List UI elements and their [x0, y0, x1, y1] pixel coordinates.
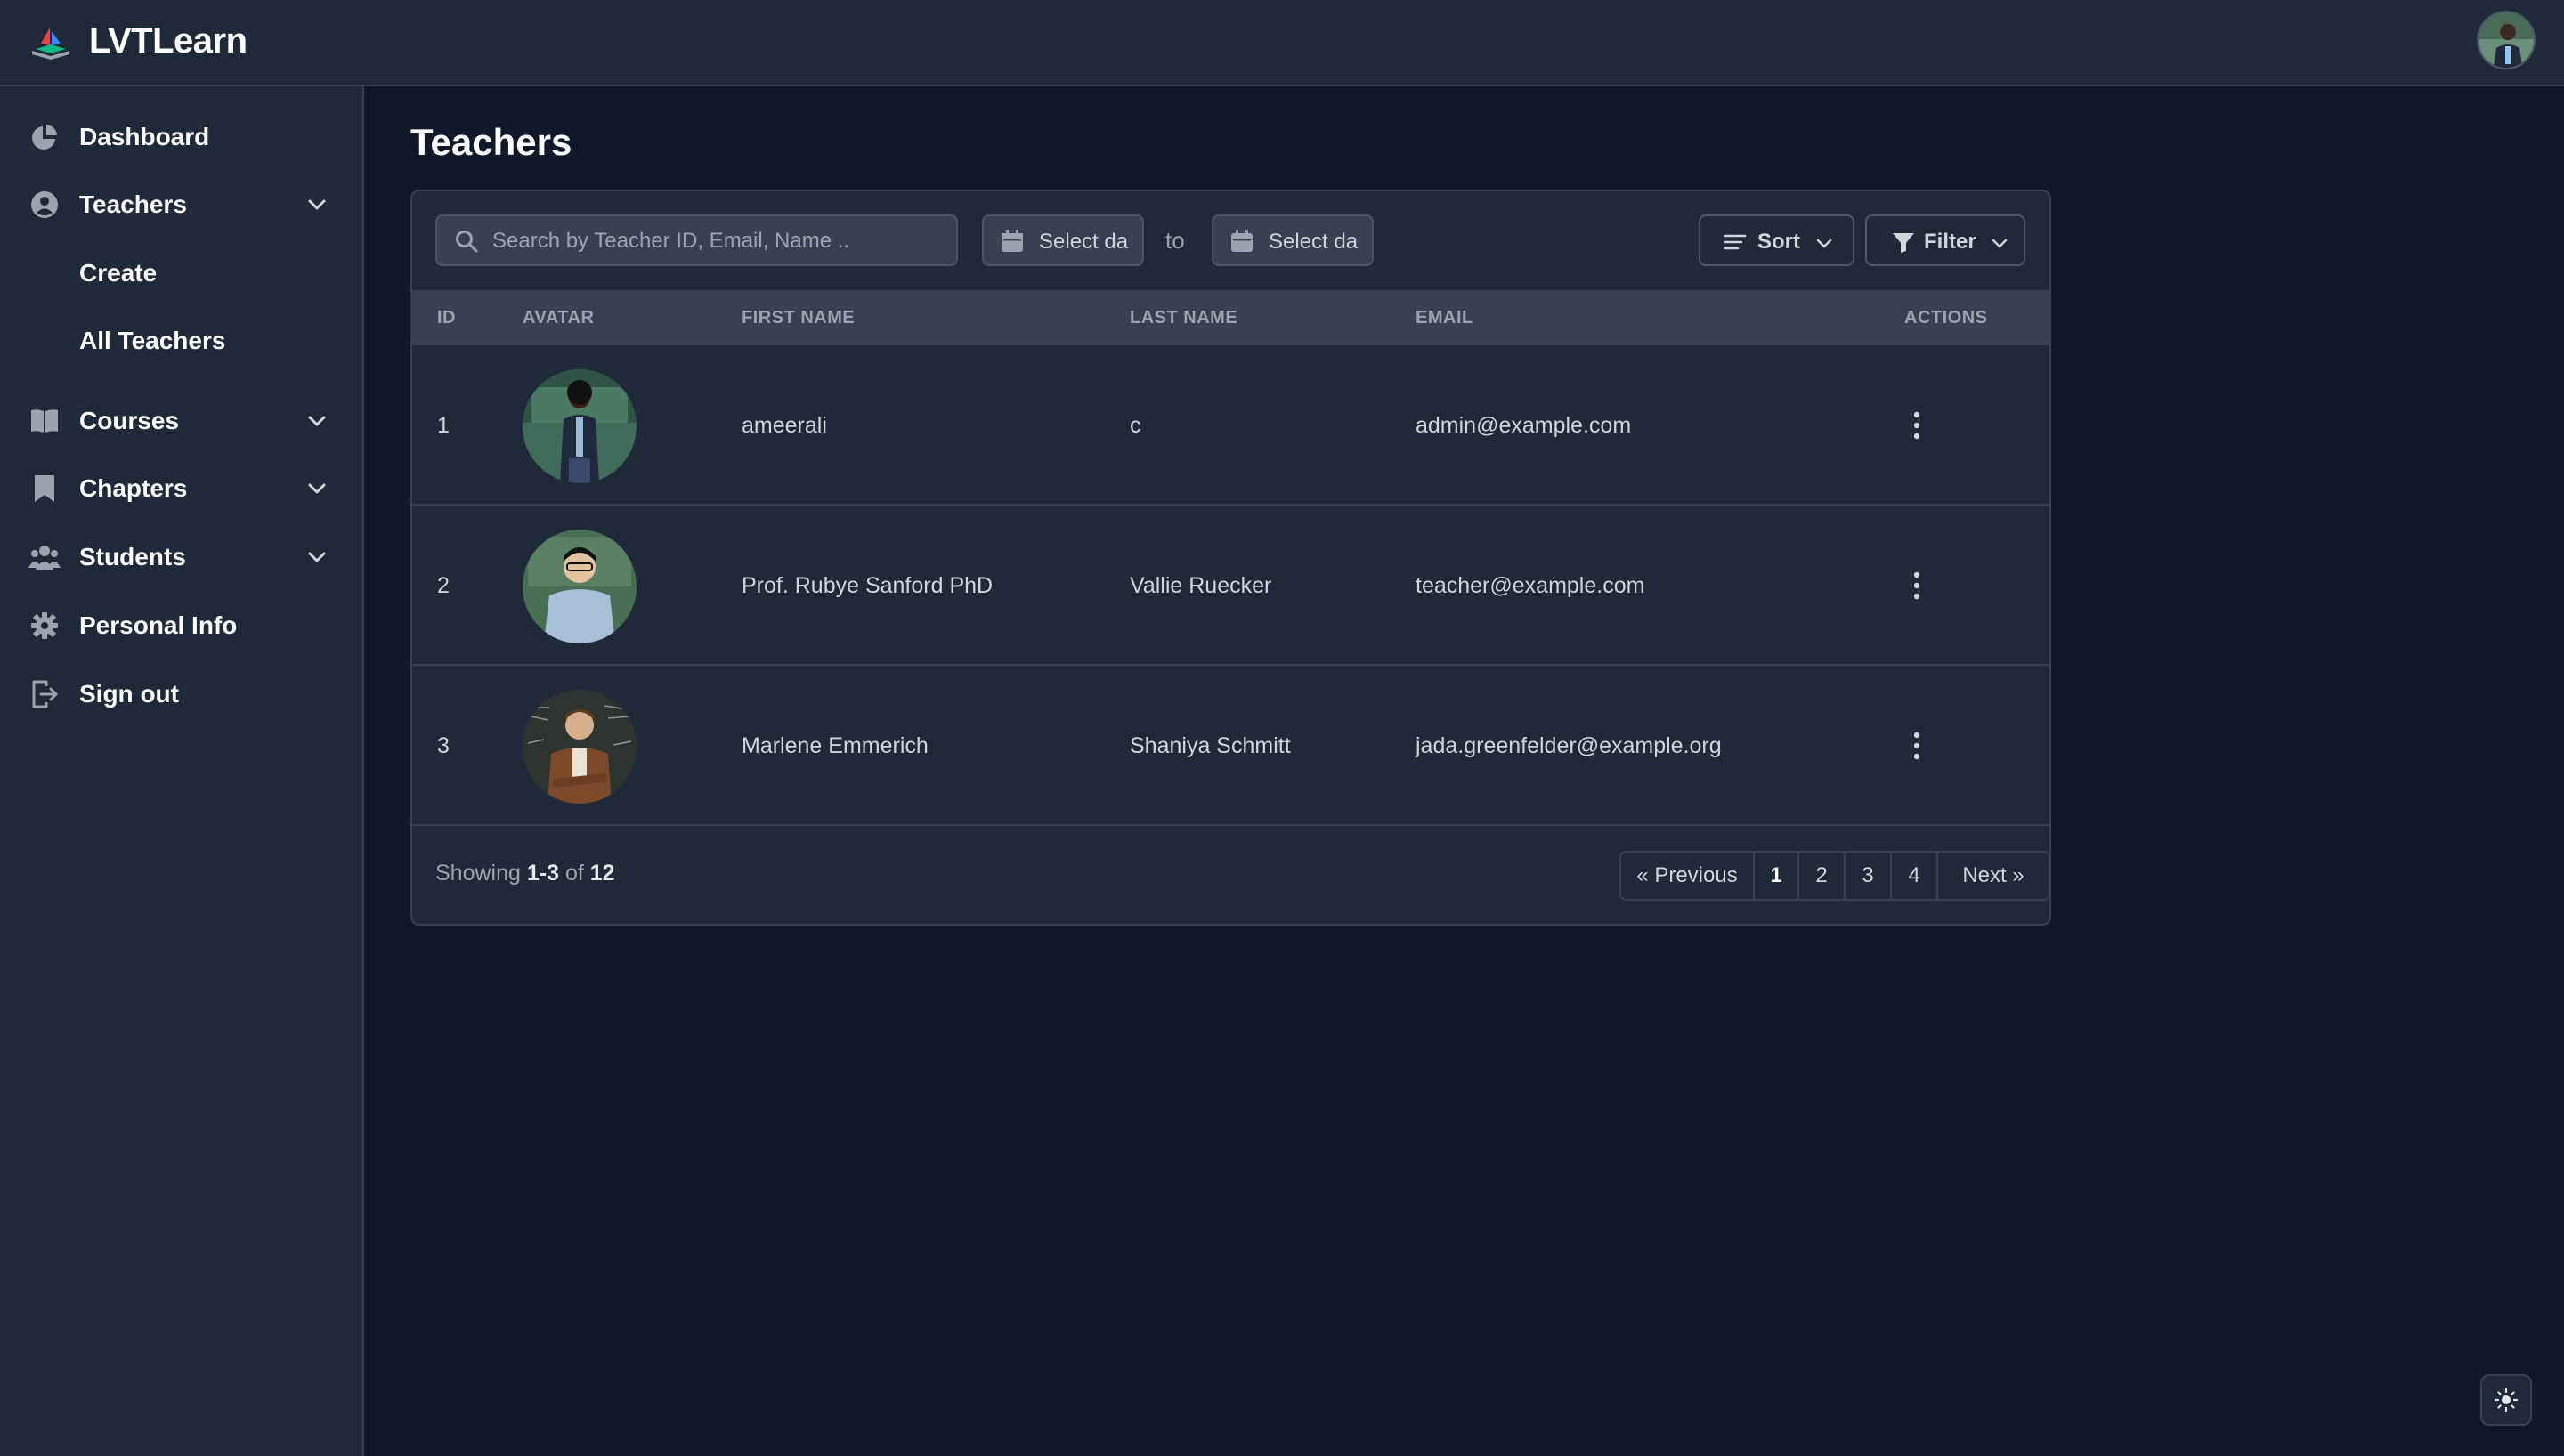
column-header-email: EMAIL [1416, 308, 1473, 328]
more-actions-icon[interactable] [1908, 570, 1926, 602]
gear-icon [28, 610, 61, 642]
table-row: 3 Marlene Emmerich Shaniya Schmitt jada.… [412, 666, 2049, 826]
date-from-value: Select da [1039, 230, 1129, 254]
pagination-page-4[interactable]: 4 [1892, 853, 1938, 899]
showing-summary: Showing 1-3 of 12 [435, 861, 615, 886]
teachers-table-card: Select da to Select da Sort Filter ID AV… [410, 190, 2051, 926]
filter-button[interactable]: Filter [1865, 214, 2025, 266]
pagination-page-3[interactable]: 3 [1846, 853, 1892, 899]
column-header-first-name: FIRST NAME [742, 308, 856, 328]
column-header-actions: ACTIONS [1904, 308, 1988, 328]
pagination-page-1[interactable]: 1 [1755, 853, 1799, 899]
user-circle-icon [28, 189, 61, 221]
showing-of: of [564, 861, 584, 886]
pie-chart-icon [28, 121, 61, 153]
date-to-picker[interactable]: Select da [1212, 214, 1374, 266]
sidebar: Dashboard Teachers Create All Teachers C… [0, 86, 364, 1456]
sun-icon [2495, 1388, 2518, 1412]
cell-email: teacher@example.com [1416, 573, 1645, 598]
sidebar-item-label: Students [79, 543, 186, 570]
showing-range: 1-3 [526, 861, 559, 886]
sidebar-item-label: Personal Info [79, 611, 238, 639]
sidebar-item-chapters[interactable]: Chapters [28, 464, 340, 514]
sidebar-subitem-all-teachers[interactable]: All Teachers [28, 316, 340, 366]
column-header-id: ID [437, 308, 456, 328]
date-from-picker[interactable]: Select da [982, 214, 1144, 266]
teacher-avatar [523, 530, 637, 643]
sort-lines-icon [1724, 234, 1747, 250]
calendar-icon [1002, 230, 1023, 252]
page-title: Teachers [410, 121, 572, 163]
cell-first-name: Marlene Emmerich [742, 733, 929, 758]
sidebar-subitem-create[interactable]: Create [28, 248, 340, 298]
sort-label: Sort [1757, 230, 1800, 254]
cell-id: 3 [437, 733, 450, 758]
app-logo[interactable]: LVTLearn [28, 21, 247, 61]
pagination: « Previous 1 2 3 4 Next » [1619, 851, 2049, 901]
teacher-avatar [523, 690, 637, 804]
date-range-separator: to [1165, 227, 1185, 254]
sidebar-item-sign-out[interactable]: Sign out [28, 669, 340, 719]
column-header-avatar: AVATAR [523, 308, 595, 328]
sidebar-item-teachers[interactable]: Teachers [28, 180, 340, 230]
column-header-last-name: LAST NAME [1130, 308, 1238, 328]
cell-email: admin@example.com [1416, 413, 1632, 438]
cell-email: jada.greenfelder@example.org [1416, 733, 1722, 758]
pagination-previous[interactable]: « Previous [1621, 853, 1755, 899]
search-icon [456, 231, 478, 253]
table-row: 1 ameerali c admin@example.com [412, 345, 2049, 506]
search-input[interactable] [492, 225, 937, 257]
sidebar-subitem-label: Create [79, 259, 158, 287]
sidebar-item-label: Chapters [79, 474, 188, 502]
chevron-down-icon[interactable] [304, 476, 329, 501]
table-header: ID AVATAR FIRST NAME LAST NAME EMAIL ACT… [412, 290, 2049, 345]
sidebar-item-label: Teachers [79, 190, 187, 218]
teacher-avatar [523, 369, 637, 483]
sidebar-item-dashboard[interactable]: Dashboard [28, 112, 340, 162]
cell-first-name: Prof. Rubye Sanford PhD [742, 573, 994, 598]
table-row: 2 Prof. Rubye Sanford PhD Vallie Ruecker… [412, 506, 2049, 666]
user-avatar[interactable] [2477, 11, 2536, 69]
sidebar-item-label: Dashboard [79, 123, 210, 150]
chevron-down-icon[interactable] [304, 408, 329, 433]
chevron-down-icon [1992, 239, 2008, 248]
cell-last-name: Shaniya Schmitt [1130, 733, 1291, 758]
logo-icon [32, 27, 69, 60]
pagination-page-2[interactable]: 2 [1799, 853, 1846, 899]
cell-first-name: ameerali [742, 413, 827, 438]
cell-last-name: Vallie Ruecker [1130, 573, 1272, 598]
sidebar-item-students[interactable]: Students [28, 532, 340, 582]
cell-id: 1 [437, 413, 450, 438]
bookmark-icon [28, 473, 61, 505]
showing-prefix: Showing [435, 861, 521, 886]
sidebar-item-courses[interactable]: Courses [28, 396, 340, 446]
sort-button[interactable]: Sort [1699, 214, 1854, 266]
calendar-icon [1231, 230, 1253, 252]
sidebar-item-personal-info[interactable]: Personal Info [28, 601, 340, 651]
search-box[interactable] [435, 214, 958, 266]
filter-label: Filter [1924, 230, 1976, 254]
more-actions-icon[interactable] [1908, 409, 1926, 441]
theme-toggle-button[interactable] [2480, 1374, 2532, 1426]
cell-last-name: c [1130, 413, 1141, 438]
filter-icon [1893, 233, 1914, 253]
app-name: LVTLearn [89, 21, 247, 61]
chevron-down-icon [1816, 239, 1832, 248]
sign-out-icon [28, 678, 61, 710]
date-to-value: Select da [1269, 230, 1359, 254]
chevron-down-icon[interactable] [304, 545, 329, 570]
top-navbar: LVTLearn [0, 0, 2564, 86]
showing-total: 12 [589, 861, 615, 886]
sidebar-item-label: Courses [79, 407, 180, 434]
sidebar-subitem-label: All Teachers [79, 327, 226, 354]
pagination-next[interactable]: Next » [1938, 853, 2049, 899]
more-actions-icon[interactable] [1908, 730, 1926, 762]
book-open-icon [28, 405, 61, 437]
users-icon [28, 541, 61, 573]
chevron-down-icon[interactable] [304, 192, 329, 217]
cell-id: 2 [437, 573, 450, 598]
sidebar-item-label: Sign out [79, 680, 179, 708]
